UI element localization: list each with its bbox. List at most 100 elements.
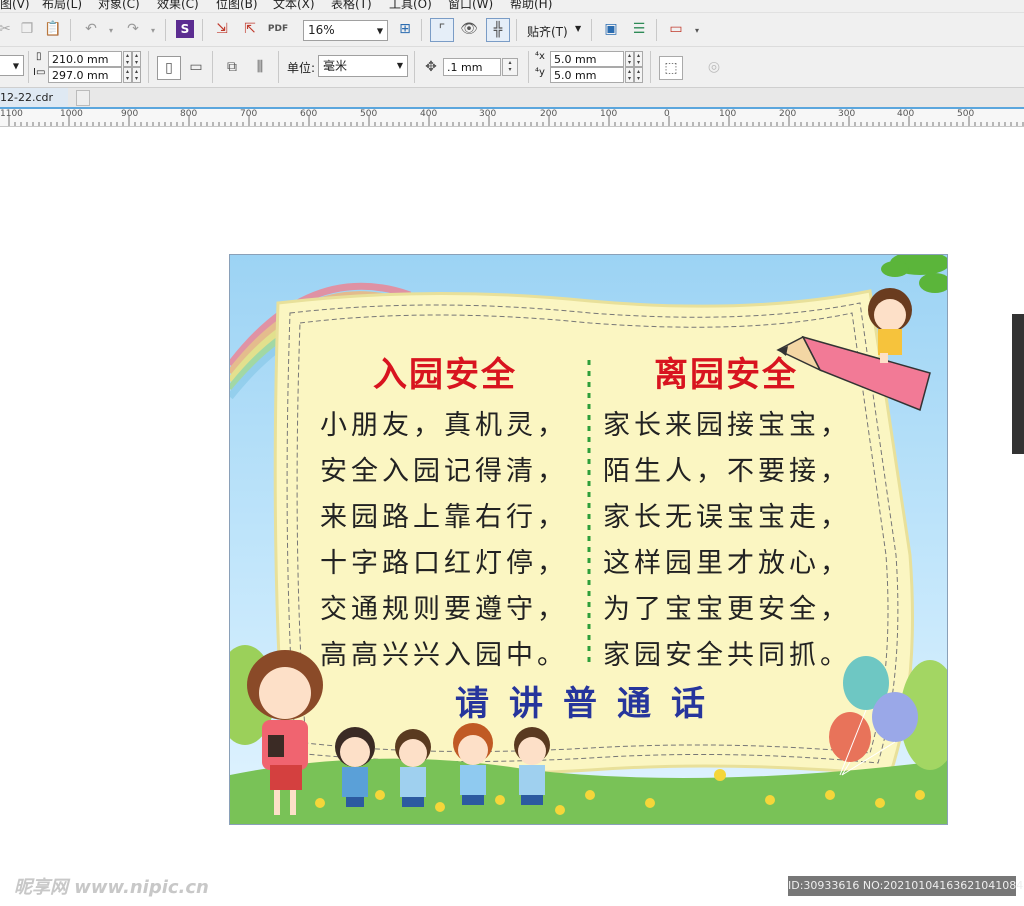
ruler-label: 100 bbox=[719, 109, 737, 119]
exit-line-5: 为了宝宝更安全， bbox=[603, 594, 851, 625]
paste-icon[interactable]: 📋 bbox=[42, 18, 64, 40]
zoom-fit-icon[interactable]: ⊞ bbox=[394, 18, 416, 40]
welcome-screen-icon[interactable]: ▣ bbox=[600, 18, 622, 40]
units-select[interactable]: 毫米 ▼ bbox=[318, 55, 408, 77]
ruler-label: 400 bbox=[897, 109, 915, 119]
ruler-ticks bbox=[8, 116, 1024, 126]
nudge-distance-field[interactable]: .1 mm bbox=[443, 58, 501, 76]
ruler-label: 700 bbox=[240, 109, 258, 119]
menu-window[interactable]: 窗口(W) bbox=[448, 0, 493, 12]
new-tab-button[interactable] bbox=[76, 90, 90, 106]
duplicate-x-spinner[interactable]: ▴ ▾ bbox=[625, 51, 634, 67]
ruler-label: 0 bbox=[664, 109, 670, 119]
rulers-icon[interactable]: ⌜ bbox=[430, 18, 454, 42]
poster-illustration bbox=[230, 255, 947, 824]
poster-artwork[interactable]: 入园安全 离园安全 小朋友，真机灵， 安全入园记得清， 来园路上靠右行， 十字路… bbox=[229, 254, 948, 825]
menu-object[interactable]: 对象(C) bbox=[98, 0, 140, 12]
current-page-icon[interactable]: ⫼ bbox=[249, 56, 271, 78]
duplicate-y-icon: ⁴y bbox=[535, 67, 545, 78]
page-size-select[interactable]: ▼ bbox=[0, 55, 24, 76]
entry-line-4: 十字路口红灯停， bbox=[320, 548, 568, 579]
menu-help[interactable]: 帮助(H) bbox=[510, 0, 552, 12]
page-width-lock[interactable]: ▴ ▾ bbox=[132, 51, 141, 67]
menu-bar: 图(V) 布局(L) 对象(C) 效果(C) 位图(B) 文本(X) 表格(T)… bbox=[0, 0, 1024, 13]
duplicate-x-spinner-2[interactable]: ▴ ▾ bbox=[634, 51, 643, 67]
customize-icon[interactable]: ▭ bbox=[665, 18, 687, 40]
leaves-graphic bbox=[881, 255, 947, 293]
ruler-label: 200 bbox=[779, 109, 797, 119]
page-height-field[interactable]: 297.0 mm bbox=[48, 67, 122, 83]
nudge-spinner[interactable]: ▴ ▾ bbox=[502, 58, 518, 76]
page-height-spinner[interactable]: ▴ ▾ bbox=[123, 67, 132, 83]
ruler-label: 300 bbox=[838, 109, 856, 119]
menu-table[interactable]: 表格(T) bbox=[331, 0, 372, 12]
speak-mandarin-slogan: 请讲普通话 bbox=[455, 684, 725, 724]
publish-pdf-icon[interactable]: PDF bbox=[267, 18, 289, 40]
standard-toolbar: ✂ ❐ 📋 ↶ ▾ ↷ ▾ S ⇲ ⇱ PDF 16% ▼ ⊞ ⌜ 👁 ╬ 贴齐(… bbox=[0, 13, 1024, 47]
page-width-field[interactable]: 210.0 mm bbox=[48, 51, 122, 67]
zoom-value: 16% bbox=[308, 23, 335, 37]
property-bar: ▼ ▯ 210.0 mm ▴ ▾ ▴ ▾ I▭ 297.0 mm ▴ ▾ ▴ ▾ ▯ ▭… bbox=[0, 47, 1024, 88]
height-icon: I▭ bbox=[33, 67, 46, 78]
ruler-label: 300 bbox=[479, 109, 497, 119]
application-launcher-icon[interactable]: S bbox=[176, 20, 194, 38]
make-default-icon[interactable]: ◎ bbox=[703, 56, 725, 78]
units-label: 单位: bbox=[287, 61, 316, 75]
entry-line-3: 来园路上靠右行， bbox=[320, 502, 568, 533]
document-tab-bar: 12-22.cdr bbox=[0, 88, 1024, 109]
undo-icon[interactable]: ↶ bbox=[80, 18, 102, 40]
import-icon[interactable]: ⇲ bbox=[211, 18, 233, 40]
ruler-label: 200 bbox=[540, 109, 558, 119]
title-entry-safety: 入园安全 bbox=[373, 355, 517, 395]
units-value: 毫米 bbox=[323, 59, 348, 73]
options-icon[interactable]: ☰ bbox=[628, 18, 650, 40]
entry-line-1: 小朋友，真机灵， bbox=[320, 410, 568, 441]
exit-line-6: 家园安全共同抓。 bbox=[603, 640, 851, 671]
page-width-spinner[interactable]: ▴ ▾ bbox=[123, 51, 132, 67]
duplicate-y-spinner-2[interactable]: ▴ ▾ bbox=[634, 67, 643, 83]
ruler-label: 400 bbox=[420, 109, 438, 119]
menu-tools[interactable]: 工具(O) bbox=[389, 0, 432, 12]
menu-bitmap[interactable]: 位图(B) bbox=[216, 0, 258, 12]
duplicate-x-field[interactable]: 5.0 mm bbox=[550, 51, 624, 67]
entry-line-6: 高高兴兴入园中。 bbox=[320, 640, 568, 671]
ruler-label: 1000 bbox=[60, 109, 83, 119]
vertical-scrollbar[interactable] bbox=[1012, 314, 1024, 454]
menu-layout[interactable]: 布局(L) bbox=[42, 0, 82, 12]
portrait-icon[interactable]: ▯ bbox=[157, 56, 181, 80]
horizontal-ruler[interactable]: 1100 1000 900 800 700 600 500 400 300 20… bbox=[0, 109, 1024, 127]
redo-icon[interactable]: ↷ bbox=[122, 18, 144, 40]
menu-effects[interactable]: 效果(C) bbox=[157, 0, 199, 12]
guidelines-icon[interactable]: ╬ bbox=[486, 18, 510, 42]
page-height-lock[interactable]: ▴ ▾ bbox=[132, 67, 141, 83]
ruler-label: 800 bbox=[180, 109, 198, 119]
duplicate-y-field[interactable]: 5.0 mm bbox=[550, 67, 624, 83]
exit-line-2: 陌生人，不要接， bbox=[603, 456, 851, 487]
grid-view-icon[interactable]: 👁 bbox=[458, 18, 480, 40]
copy-icon[interactable]: ❐ bbox=[16, 18, 38, 40]
cut-icon[interactable]: ✂ bbox=[0, 18, 16, 40]
menu-view[interactable]: 图(V) bbox=[0, 0, 30, 12]
redo-dropdown-icon[interactable]: ▾ bbox=[142, 19, 164, 41]
ruler-label: 600 bbox=[300, 109, 318, 119]
treat-as-filled-icon[interactable]: ⬚ bbox=[659, 56, 683, 80]
nudge-icon: ✥ bbox=[425, 59, 437, 75]
entry-line-2: 安全入园记得清， bbox=[320, 456, 568, 487]
watermark-site-logo: 昵享网 www.nipic.cn bbox=[14, 877, 209, 898]
landscape-icon[interactable]: ▭ bbox=[185, 56, 207, 78]
ruler-label: 500 bbox=[360, 109, 378, 119]
snap-to-menu[interactable]: 贴齐(T) bbox=[527, 23, 568, 40]
duplicate-y-spinner[interactable]: ▴ ▾ bbox=[625, 67, 634, 83]
snap-dropdown-icon[interactable]: ▼ bbox=[575, 24, 581, 33]
undo-dropdown-icon[interactable]: ▾ bbox=[100, 19, 122, 41]
customize-dropdown-icon[interactable]: ▾ bbox=[686, 19, 708, 41]
exit-line-4: 这样园里才放心， bbox=[603, 548, 851, 579]
width-icon: ▯ bbox=[36, 51, 42, 62]
exit-line-3: 家长无误宝宝走， bbox=[603, 502, 851, 533]
export-icon[interactable]: ⇱ bbox=[239, 18, 261, 40]
tab-document[interactable]: 12-22.cdr bbox=[0, 88, 68, 107]
zoom-level-select[interactable]: 16% ▼ bbox=[303, 20, 388, 41]
all-pages-icon[interactable]: ⧉ bbox=[221, 56, 243, 78]
exit-line-1: 家长来园接宝宝， bbox=[603, 410, 851, 441]
menu-text[interactable]: 文本(X) bbox=[273, 0, 315, 12]
